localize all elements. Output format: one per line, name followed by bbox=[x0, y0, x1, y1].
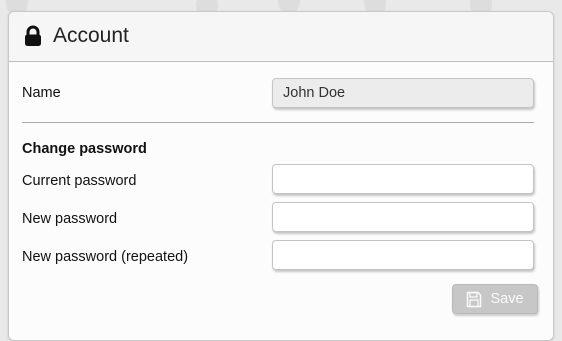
lock-icon bbox=[25, 25, 41, 46]
repeat-password-field[interactable] bbox=[272, 240, 534, 270]
name-label: Name bbox=[22, 85, 61, 101]
account-panel: Account Name Change password Current pas… bbox=[8, 11, 554, 341]
save-button-label: Save bbox=[490, 291, 524, 307]
new-password-field[interactable] bbox=[272, 202, 534, 232]
floppy-disk-icon bbox=[467, 291, 482, 307]
current-password-label: Current password bbox=[22, 173, 137, 189]
new-password-label: New password bbox=[22, 211, 118, 227]
panel-title: Account bbox=[53, 24, 129, 47]
panel-header: Account bbox=[9, 12, 553, 62]
current-password-field[interactable] bbox=[272, 164, 534, 194]
save-button[interactable]: Save bbox=[452, 284, 538, 314]
section-divider bbox=[22, 122, 534, 123]
repeat-password-label: New password (repeated) bbox=[22, 249, 189, 265]
change-password-heading: Change password bbox=[22, 141, 147, 157]
name-field[interactable] bbox=[272, 78, 534, 108]
